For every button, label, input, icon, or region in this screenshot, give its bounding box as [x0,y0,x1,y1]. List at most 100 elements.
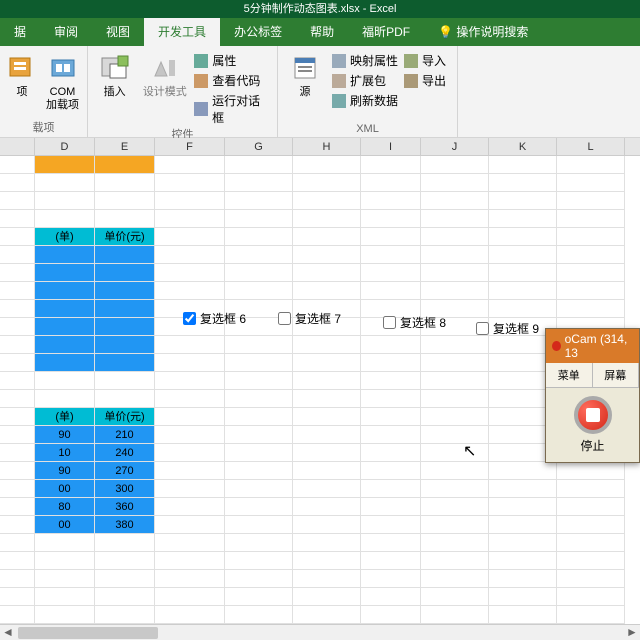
cell[interactable] [361,444,421,462]
cell[interactable] [225,246,293,264]
cell[interactable] [293,174,361,192]
cell[interactable] [225,462,293,480]
com-addins-button[interactable]: COM 加载项 [44,50,81,112]
cell[interactable] [225,426,293,444]
cell[interactable] [155,282,225,300]
cell[interactable]: 270 [95,462,155,480]
run-dialog-item[interactable]: 运行对话框 [194,92,271,126]
cell[interactable] [557,174,625,192]
checkbox-input[interactable] [278,312,291,325]
cell[interactable]: 单价(元) [95,228,155,246]
cell[interactable] [35,174,95,192]
cell[interactable] [489,156,557,174]
cell[interactable] [35,354,95,372]
cell[interactable] [95,534,155,552]
cell[interactable] [293,282,361,300]
col-header[interactable]: L [557,138,625,155]
cell[interactable] [155,516,225,534]
cell[interactable] [225,210,293,228]
cell[interactable] [557,228,625,246]
cell[interactable] [95,354,155,372]
scroll-right-icon[interactable]: ► [624,625,640,640]
col-header[interactable]: H [293,138,361,155]
cell[interactable] [225,228,293,246]
cell[interactable] [293,480,361,498]
cell[interactable] [293,516,361,534]
cell[interactable] [95,300,155,318]
cell[interactable] [489,462,557,480]
cell[interactable] [95,318,155,336]
map-props-item[interactable]: 映射属性 [332,52,398,69]
cell[interactable] [361,210,421,228]
cell[interactable] [421,444,489,462]
cell[interactable] [155,372,225,390]
cell[interactable] [361,156,421,174]
cell[interactable] [361,390,421,408]
cell[interactable] [557,498,625,516]
cell[interactable] [95,336,155,354]
cell[interactable] [489,174,557,192]
cell[interactable] [225,390,293,408]
cell[interactable] [293,246,361,264]
cell[interactable]: 00 [35,480,95,498]
cell[interactable] [489,588,557,606]
cell[interactable] [361,264,421,282]
cell[interactable] [557,534,625,552]
cell[interactable] [489,300,557,318]
cell[interactable] [155,462,225,480]
cell[interactable] [35,606,95,624]
cell[interactable] [155,192,225,210]
cell[interactable] [35,588,95,606]
cell[interactable] [155,246,225,264]
cell[interactable] [155,174,225,192]
cell[interactable]: (单) [35,228,95,246]
grid[interactable]: (单)单价(元)(单)单价(元)902101024090270003008036… [0,156,640,640]
cell[interactable] [293,498,361,516]
cell[interactable] [155,534,225,552]
cell[interactable] [225,444,293,462]
cell[interactable] [361,372,421,390]
cell[interactable] [95,282,155,300]
cell[interactable] [225,498,293,516]
checkbox-input[interactable] [183,312,196,325]
menu-tab-7[interactable]: 💡 操作说明搜索 [424,18,542,46]
cell[interactable] [557,588,625,606]
cell[interactable] [361,462,421,480]
cell[interactable] [293,570,361,588]
cell[interactable] [557,606,625,624]
cell[interactable] [155,570,225,588]
cell[interactable] [35,192,95,210]
cell[interactable] [293,336,361,354]
cell[interactable] [489,570,557,588]
horizontal-scrollbar[interactable]: ◄ ► [0,624,640,640]
cell[interactable] [35,210,95,228]
cell[interactable] [35,390,95,408]
cell[interactable] [421,498,489,516]
cell[interactable] [557,480,625,498]
cell[interactable] [421,588,489,606]
cell[interactable] [421,372,489,390]
cell[interactable] [95,606,155,624]
cell[interactable] [155,390,225,408]
cell[interactable] [421,570,489,588]
ocam-tab-menu[interactable]: 菜单 [546,363,593,387]
cell[interactable]: 10 [35,444,95,462]
cell[interactable] [293,552,361,570]
cell[interactable] [361,408,421,426]
cell[interactable]: 90 [35,426,95,444]
cell[interactable] [421,264,489,282]
cell[interactable] [293,426,361,444]
cell[interactable] [557,246,625,264]
ocam-window[interactable]: oCam (314, 13 菜单 屏幕 停止 [545,328,640,463]
col-header[interactable]: E [95,138,155,155]
ocam-titlebar[interactable]: oCam (314, 13 [546,329,639,363]
col-header[interactable]: I [361,138,421,155]
cell[interactable] [225,156,293,174]
cell[interactable] [361,606,421,624]
cell[interactable]: 360 [95,498,155,516]
cell[interactable] [421,192,489,210]
cell[interactable] [489,282,557,300]
menu-tab-0[interactable]: 据 [0,18,40,46]
cell[interactable] [557,264,625,282]
source-button[interactable]: 源 [284,50,326,99]
